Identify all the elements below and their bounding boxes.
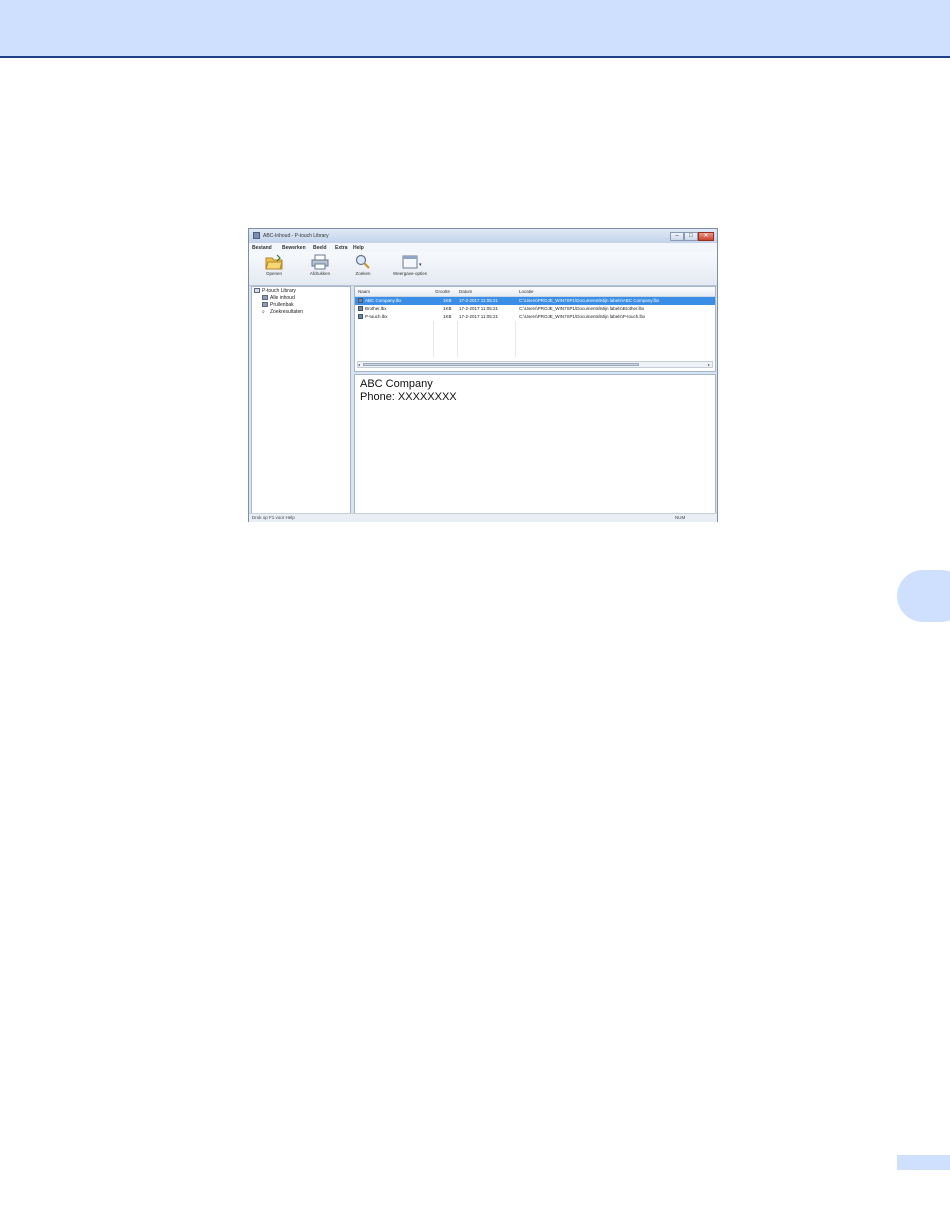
cell-name: P-touch.lbx <box>365 314 388 319</box>
menu-edit[interactable]: Bewerken <box>282 245 306 251</box>
tree-item-search-results[interactable]: ⌕ Zoekresultaten <box>262 309 303 315</box>
horizontal-scrollbar[interactable]: ◂ ▸ <box>357 361 713 368</box>
app-icon <box>253 232 260 239</box>
cell-date: 17-2-2017 11:05:21 <box>459 298 498 303</box>
preview-phone: Phone: XXXXXXXX <box>360 391 457 403</box>
label-preview: ABC Company Phone: XXXXXXXX <box>354 374 716 514</box>
label-file-icon <box>358 306 363 311</box>
cell-name: Brother.lbx <box>365 306 387 311</box>
column-date[interactable]: Datum <box>459 289 472 294</box>
folder-tree: P-touch Library Alle inhoud Prullenbak ⌕… <box>251 286 351 514</box>
table-row[interactable]: P-touch.lbx 1KB 17-2-2017 11:05:21 C:\Us… <box>355 313 715 321</box>
menu-view[interactable]: Beeld <box>313 245 327 251</box>
view-options-label: Weergave-opties <box>393 271 427 276</box>
open-label: Openen <box>265 271 282 276</box>
scroll-left-icon[interactable]: ◂ <box>358 362 360 367</box>
scroll-thumb[interactable] <box>363 363 639 366</box>
cell-date: 17-2-2017 11:05:21 <box>459 306 498 311</box>
view-options-button[interactable]: Weergave-opties <box>385 254 435 284</box>
preview-company: ABC Company <box>360 378 433 390</box>
status-bar: Druk op F1 voor Help NUM <box>249 513 717 522</box>
window-title: ABC-Inhoud - P-touch Library <box>263 233 329 239</box>
close-button[interactable]: ✕ <box>698 232 714 241</box>
tree-item-all-content[interactable]: Alle inhoud <box>262 295 295 301</box>
table-row[interactable]: ABC Company.lbx 1KB 17-2-2017 11:05:21 C… <box>355 297 715 305</box>
page-number-box <box>897 1155 950 1170</box>
open-folder-icon <box>265 254 283 270</box>
menu-help[interactable]: Help <box>353 245 364 251</box>
search-label: Zoeken <box>355 271 371 276</box>
view-options-caret[interactable]: ▾ <box>419 262 422 268</box>
status-num: NUM <box>675 515 686 520</box>
folder-icon <box>262 295 268 301</box>
library-window: ABC-Inhoud - P-touch Library – □ ✕ Besta… <box>248 228 718 522</box>
menu-tools[interactable]: Extra <box>335 245 348 251</box>
status-help-text: Druk op F1 voor Help <box>252 515 295 520</box>
column-name[interactable]: Naam <box>358 289 370 294</box>
page-header-band <box>0 0 950 58</box>
toolbar: Openen Afdrukken Zoeken Weergave-opties <box>249 252 717 286</box>
list-header: Naam Grootte Datum Locatie <box>355 287 715 297</box>
column-divider <box>457 321 458 357</box>
file-list: Naam Grootte Datum Locatie ABC Company.l… <box>354 286 716 372</box>
print-label: Afdrukken <box>309 271 331 276</box>
cell-location: C:\Users\PROJE_WIN7SP1\Documents\Mijn la… <box>519 298 660 303</box>
search-button[interactable]: Zoeken <box>349 254 377 284</box>
minimize-button[interactable]: – <box>670 232 684 241</box>
column-location[interactable]: Locatie <box>519 289 534 294</box>
maximize-button[interactable]: □ <box>684 232 698 241</box>
search-results-icon: ⌕ <box>262 309 265 316</box>
tree-item-trash[interactable]: Prullenbak <box>262 302 294 308</box>
library-icon <box>254 288 260 294</box>
cell-name: ABC Company.lbx <box>365 298 402 303</box>
printer-icon <box>311 254 329 270</box>
cell-size: 1KB <box>443 314 452 319</box>
label-file-icon <box>358 314 363 319</box>
label-file-icon <box>358 298 363 303</box>
print-button[interactable]: Afdrukken <box>303 254 337 284</box>
column-divider <box>515 321 516 357</box>
cell-size: 1KB <box>443 306 452 311</box>
view-style-icon <box>402 255 418 269</box>
trash-folder-icon <box>262 302 268 308</box>
cell-date: 17-2-2017 11:05:21 <box>459 314 498 319</box>
tree-root[interactable]: P-touch Library <box>254 288 296 294</box>
cell-location: C:\Users\PROJE_WIN7SP1\Documents\Mijn la… <box>519 314 646 319</box>
cell-size: 1KB <box>443 298 452 303</box>
table-row[interactable]: Brother.lbx 1KB 17-2-2017 11:05:21 C:\Us… <box>355 305 715 313</box>
title-bar[interactable]: ABC-Inhoud - P-touch Library – □ ✕ <box>249 229 717 243</box>
open-button[interactable]: Openen <box>259 254 289 284</box>
column-divider <box>433 321 434 357</box>
menu-file[interactable]: Bestand <box>252 245 272 251</box>
magnifier-icon <box>355 254 370 269</box>
chapter-tab <box>897 570 950 622</box>
scroll-right-icon[interactable]: ▸ <box>708 362 710 367</box>
cell-location: C:\Users\PROJE_WIN7SP1\Documents\Mijn la… <box>519 306 645 311</box>
column-size[interactable]: Grootte <box>435 289 450 294</box>
